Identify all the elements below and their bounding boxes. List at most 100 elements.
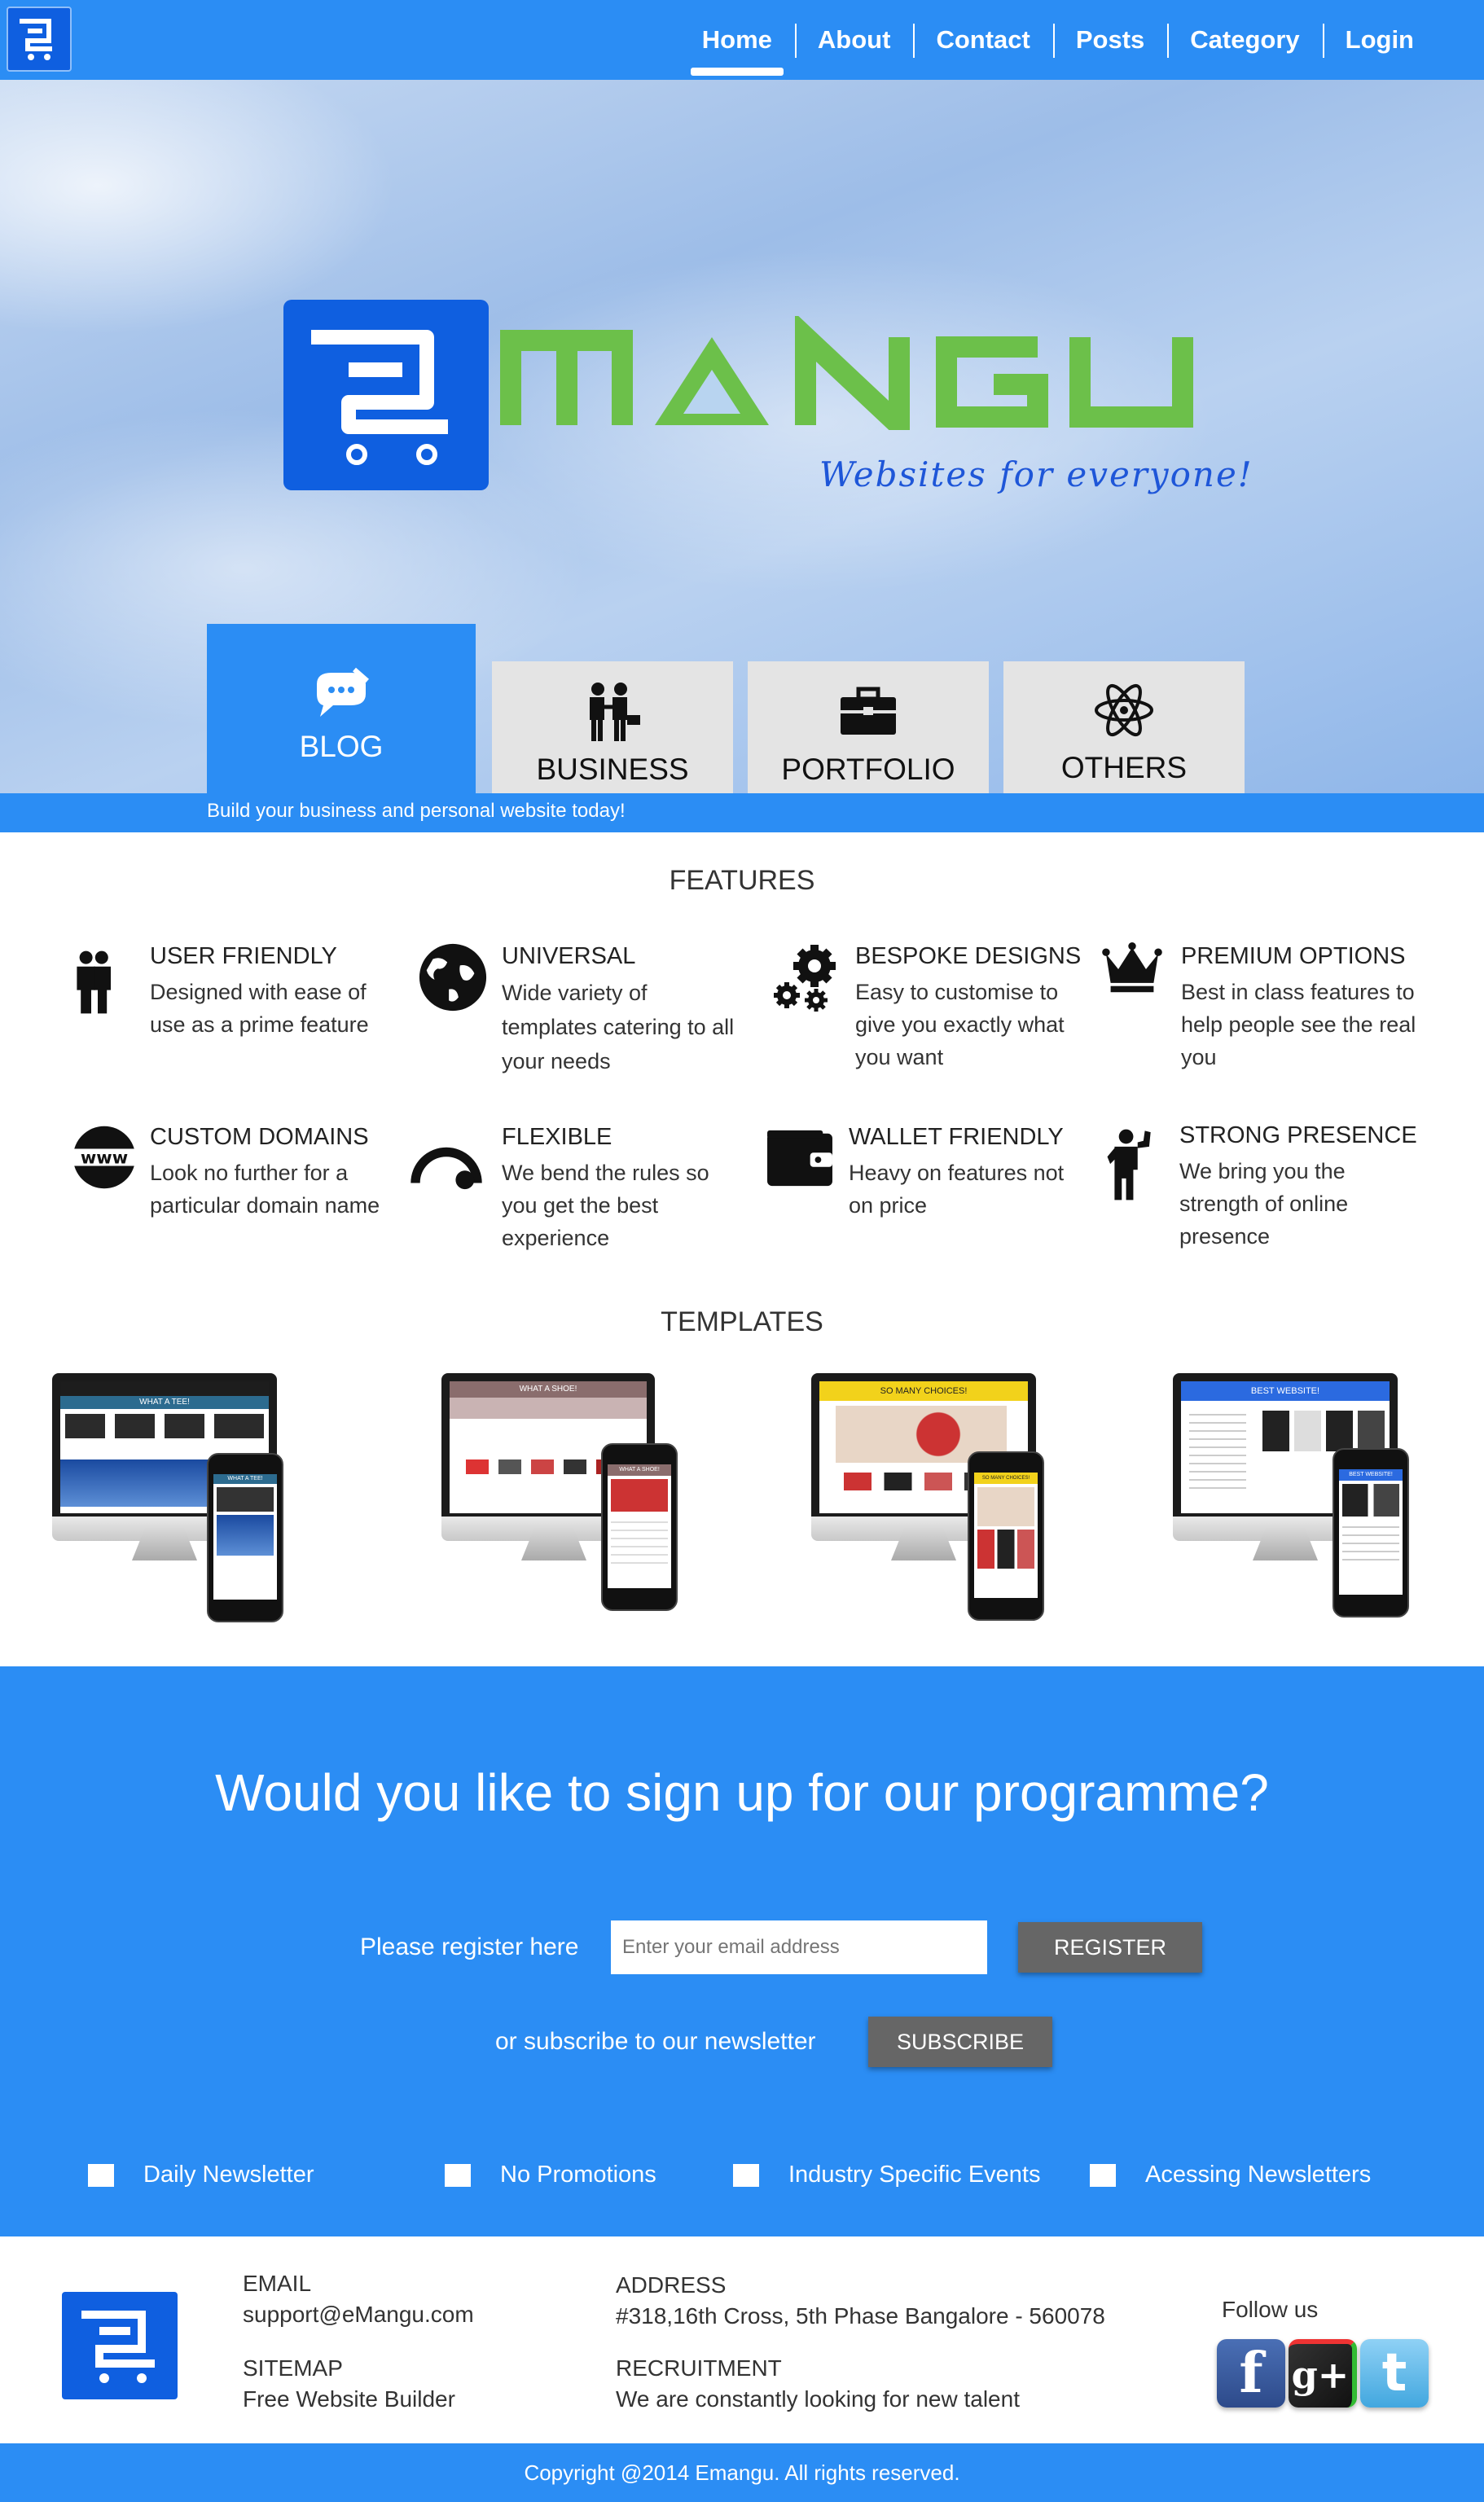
templates-title: TEMPLATES xyxy=(661,1306,823,1337)
feature-title: WALLET FRIENDLY xyxy=(849,1124,1064,1150)
template-preview-tee[interactable]: WHAT A TEE! WHAT A TEE! xyxy=(52,1373,296,1626)
tagline-strip: Build your business and personal website… xyxy=(0,793,1484,832)
tab-others-label: OTHERS xyxy=(1060,751,1188,784)
strongman-icon xyxy=(1107,1129,1151,1201)
option-accessing-newsletters[interactable]: Acessing Newsletters xyxy=(1090,2162,1371,2188)
facebook-icon[interactable]: f xyxy=(1217,2339,1285,2408)
subscribe-button[interactable]: SUBSCRIBE xyxy=(868,2017,1052,2067)
gauge-icon xyxy=(411,1147,482,1190)
nav-contact[interactable]: Contact xyxy=(913,22,1052,58)
template-phone-banner: BEST WEBSITE! xyxy=(1339,1469,1403,1481)
template-preview-best[interactable]: BEST WEBSITE! BEST WEBSITE! xyxy=(1173,1373,1417,1626)
recruitment-label: RECRUITMENT xyxy=(616,2355,782,2381)
feature-desc: Look no further for a particular domain … xyxy=(150,1161,380,1218)
people-icon xyxy=(77,950,111,1014)
twitter-icon[interactable]: t xyxy=(1360,2339,1429,2408)
tab-blog-label: BLOG xyxy=(299,730,384,763)
features-title: FEATURES xyxy=(669,865,815,896)
chat-bubble-icon xyxy=(317,667,369,717)
svg-text:www: www xyxy=(81,1148,128,1168)
register-button[interactable]: REGISTER xyxy=(1018,1922,1202,1973)
tab-others[interactable]: OTHERS xyxy=(1003,661,1245,793)
handshake-icon xyxy=(590,683,640,741)
hero-banner: Websites for everyone! BLOG BUSINESS POR… xyxy=(0,80,1484,793)
tab-portfolio-label: PORTFOLIO xyxy=(781,753,955,786)
subscribe-label: or subscribe to our newsletter xyxy=(495,2028,816,2055)
tagline-text: Build your business and personal website… xyxy=(207,800,626,822)
sitemap-value[interactable]: Free Website Builder xyxy=(243,2386,455,2412)
feature-desc: Best in class features to help people se… xyxy=(1181,980,1416,1069)
address-label: ADDRESS xyxy=(616,2272,727,2298)
tab-business[interactable]: BUSINESS xyxy=(492,661,733,793)
twitter-glyph: t xyxy=(1381,2343,1407,2403)
www-icon: www xyxy=(65,1126,143,1189)
logo-cart-icon[interactable] xyxy=(7,7,72,72)
signup-heading: Would you like to sign up for our progra… xyxy=(215,1763,1269,1822)
google-plus-icon[interactable]: g+ xyxy=(1289,2339,1357,2408)
briefcase-icon xyxy=(841,687,896,735)
phone-mockup: SO MANY CHOICES! xyxy=(968,1451,1044,1621)
feature-desc: We bend the rules so you get the best ex… xyxy=(502,1161,709,1250)
gears-icon xyxy=(774,945,836,1012)
template-banner: WHAT A TEE! xyxy=(60,1396,269,1409)
main-nav: Home About Contact Posts Category Login xyxy=(679,0,1437,80)
feature-title: CUSTOM DOMAINS xyxy=(150,1124,369,1150)
footer-logo-cart-icon[interactable] xyxy=(62,2292,178,2399)
option-label: Acessing Newsletters xyxy=(1145,2162,1372,2188)
recruitment-value[interactable]: We are constantly looking for new talent xyxy=(616,2386,1020,2412)
nav-category[interactable]: Category xyxy=(1167,22,1322,58)
category-tabs: BLOG BUSINESS PORTFOLIO OTHERS xyxy=(0,80,1484,793)
nav-login[interactable]: Login xyxy=(1322,22,1437,58)
feature-title: USER FRIENDLY xyxy=(150,943,337,969)
template-phone-banner: SO MANY CHOICES! xyxy=(974,1473,1038,1484)
nav-about[interactable]: About xyxy=(794,22,914,58)
footer: EMAIL support@eMangu.com SITEMAP Free We… xyxy=(0,2236,1484,2443)
template-banner: SO MANY CHOICES! xyxy=(819,1381,1028,1401)
copyright-text: Copyright @2014 Emangu. All rights reser… xyxy=(524,2460,960,2485)
address-value: #318,16th Cross, 5th Phase Bangalore - 5… xyxy=(616,2303,1105,2329)
checkbox[interactable] xyxy=(88,2163,114,2187)
sitemap-label: SITEMAP xyxy=(243,2355,343,2381)
email-input[interactable] xyxy=(611,1920,987,1974)
tab-portfolio[interactable]: PORTFOLIO xyxy=(748,661,989,793)
feature-title: PREMIUM OPTIONS xyxy=(1181,943,1406,969)
feature-desc: Easy to customise to give you exactly wh… xyxy=(855,980,1065,1069)
copyright-bar: Copyright @2014 Emangu. All rights reser… xyxy=(0,2443,1484,2502)
feature-title: BESPOKE DESIGNS xyxy=(855,943,1082,969)
phone-mockup: BEST WEBSITE! xyxy=(1333,1448,1409,1618)
option-no-promotions[interactable]: No Promotions xyxy=(445,2162,656,2188)
checkbox[interactable] xyxy=(445,2163,471,2187)
template-banner: BEST WEBSITE! xyxy=(1181,1381,1390,1401)
tab-business-label: BUSINESS xyxy=(536,753,689,786)
option-label: Daily Newsletter xyxy=(143,2162,314,2188)
feature-title: FLEXIBLE xyxy=(502,1124,612,1150)
email-value[interactable]: support@eMangu.com xyxy=(243,2302,474,2328)
email-label: EMAIL xyxy=(243,2271,312,2296)
signup-section: Would you like to sign up for our progra… xyxy=(0,1666,1484,2236)
template-phone-banner: WHAT A TEE! xyxy=(213,1474,277,1484)
nav-home[interactable]: Home xyxy=(679,22,795,76)
tab-blog[interactable]: BLOG xyxy=(207,624,476,793)
checkbox[interactable] xyxy=(1090,2163,1116,2187)
feature-desc: We bring you the strength of online pres… xyxy=(1179,1159,1349,1249)
template-preview-shoe[interactable]: WHAT A SHOE! WHAT A SHOE! xyxy=(441,1373,686,1626)
option-industry-events[interactable]: Industry Specific Events xyxy=(733,2162,1040,2188)
top-nav-bar: Home About Contact Posts Category Login xyxy=(0,0,1484,80)
template-phone-banner: WHAT A SHOE! xyxy=(608,1464,671,1476)
facebook-glyph: f xyxy=(1239,2341,1263,2406)
feature-title: UNIVERSAL xyxy=(502,943,636,969)
wallet-icon xyxy=(767,1130,832,1187)
checkbox[interactable] xyxy=(733,2163,759,2187)
feature-title: STRONG PRESENCE xyxy=(1179,1122,1417,1148)
globe-icon xyxy=(419,943,487,1012)
option-label: No Promotions xyxy=(500,2162,656,2188)
follow-us-label: Follow us xyxy=(1222,2297,1319,2322)
atom-icon xyxy=(1095,683,1153,737)
phone-mockup: WHAT A TEE! xyxy=(207,1453,283,1622)
nav-posts[interactable]: Posts xyxy=(1052,22,1167,58)
option-daily-newsletter[interactable]: Daily Newsletter xyxy=(88,2162,314,2188)
template-banner: WHAT A SHOE! xyxy=(450,1381,647,1398)
feature-desc: Designed with ease of use as a prime fea… xyxy=(150,980,369,1037)
crown-icon xyxy=(1102,942,1162,993)
template-preview-choices[interactable]: SO MANY CHOICES! SO MANY CHOICES! xyxy=(811,1373,1056,1626)
